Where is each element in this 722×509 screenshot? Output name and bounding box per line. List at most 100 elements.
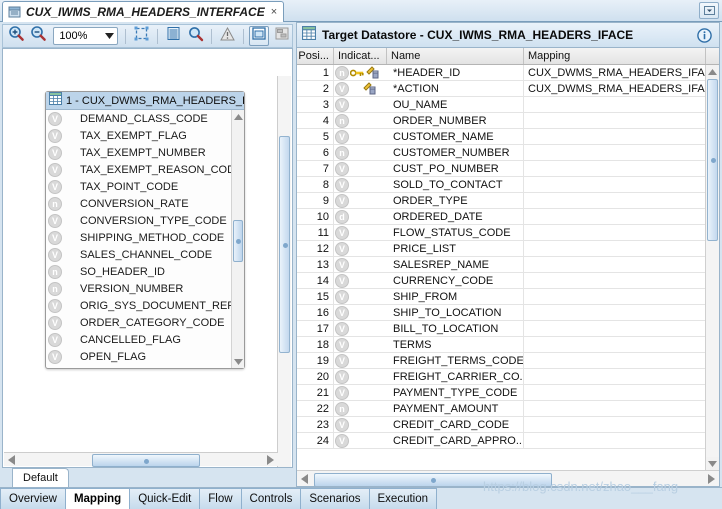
- source-datastore-node-header[interactable]: 1 - CUX_DWMS_RMA_HEADERS_IF: [46, 92, 244, 110]
- diagram-tab-default[interactable]: Default: [12, 468, 69, 487]
- column-header-position[interactable]: Posi...: [297, 48, 334, 64]
- cell-mapping[interactable]: [524, 353, 706, 368]
- cell-mapping[interactable]: [524, 193, 706, 208]
- diagram-canvas[interactable]: 1 - CUX_DWMS_RMA_HEADERS_IF V DEMAND_CLAS…: [2, 48, 293, 468]
- scroll-down-icon[interactable]: [706, 457, 719, 470]
- tab-flow[interactable]: Flow: [199, 488, 242, 509]
- cell-indicator[interactable]: n: [334, 113, 387, 128]
- table-row[interactable]: 17 V BILL_TO_LOCATION: [297, 321, 719, 337]
- table-row[interactable]: 20 V FREIGHT_CARRIER_CO...: [297, 369, 719, 385]
- table-row[interactable]: 24 V CREDIT_CARD_APPRO...: [297, 433, 719, 449]
- table-row[interactable]: 3 V OU_NAME: [297, 97, 719, 113]
- table-row[interactable]: 2 V *ACTION CUX_DWMS_RMA_HEADERS_IFAC: [297, 81, 719, 97]
- cell-indicator[interactable]: V: [334, 257, 387, 272]
- scroll-up-icon[interactable]: [232, 110, 244, 123]
- source-datastore-node[interactable]: 1 - CUX_DWMS_RMA_HEADERS_IF V DEMAND_CLAS…: [45, 91, 245, 369]
- search-button[interactable]: [185, 26, 206, 46]
- scroll-up-icon[interactable]: [706, 65, 719, 78]
- node-vertical-scrollbar[interactable]: [231, 110, 244, 368]
- cell-indicator[interactable]: V: [334, 353, 387, 368]
- cell-indicator[interactable]: n: [334, 145, 387, 160]
- cell-indicator[interactable]: V: [334, 289, 387, 304]
- node-scroll-thumb[interactable]: [233, 220, 243, 262]
- layout-button[interactable]: [271, 26, 292, 46]
- warning-button[interactable]: [217, 26, 238, 46]
- table-row[interactable]: 1 n *HEADER_ID CUX_DWMS_RMA_HEADERS_IFAC: [297, 65, 719, 81]
- cell-mapping[interactable]: [524, 321, 706, 336]
- cell-mapping[interactable]: CUX_DWMS_RMA_HEADERS_IFAC: [524, 65, 706, 80]
- diagram-vertical-scrollbar[interactable]: [277, 76, 291, 467]
- table-row[interactable]: 7 V CUST_PO_NUMBER: [297, 161, 719, 177]
- scroll-down-icon[interactable]: [232, 355, 244, 368]
- cell-indicator[interactable]: V: [334, 225, 387, 240]
- cell-mapping[interactable]: [524, 305, 706, 320]
- cell-indicator[interactable]: V: [334, 177, 387, 192]
- cell-indicator[interactable]: V: [334, 369, 387, 384]
- cell-indicator[interactable]: V: [334, 385, 387, 400]
- cell-indicator[interactable]: V: [334, 433, 387, 448]
- table-row[interactable]: 11 V FLOW_STATUS_CODE: [297, 225, 719, 241]
- source-column-row[interactable]: V ORDER_CATEGORY_CODE: [46, 314, 244, 331]
- cell-mapping[interactable]: [524, 337, 706, 352]
- table-row[interactable]: 6 n CUSTOMER_NUMBER: [297, 145, 719, 161]
- fit-to-window-button[interactable]: [131, 26, 152, 46]
- cell-mapping[interactable]: [524, 161, 706, 176]
- cell-mapping[interactable]: [524, 177, 706, 192]
- cell-indicator[interactable]: d: [334, 209, 387, 224]
- table-row[interactable]: 8 V SOLD_TO_CONTACT: [297, 177, 719, 193]
- grid-vertical-scrollbar[interactable]: [705, 65, 719, 470]
- cell-mapping[interactable]: [524, 209, 706, 224]
- grid-hscroll-thumb[interactable]: [314, 473, 552, 486]
- table-row[interactable]: 10 d ORDERED_DATE: [297, 209, 719, 225]
- tab-scenarios[interactable]: Scenarios: [300, 488, 370, 509]
- cell-mapping[interactable]: [524, 369, 706, 384]
- cell-indicator[interactable]: V: [334, 305, 387, 320]
- source-column-row[interactable]: n CONVERSION_RATE: [46, 195, 244, 212]
- zoom-out-button[interactable]: [29, 26, 50, 46]
- cell-mapping[interactable]: [524, 401, 706, 416]
- close-icon[interactable]: ×: [271, 6, 277, 18]
- source-column-row[interactable]: V SHIPPING_METHOD_CODE: [46, 229, 244, 246]
- table-row[interactable]: 5 V CUSTOMER_NAME: [297, 129, 719, 145]
- source-column-row[interactable]: V ORIG_SYS_DOCUMENT_REF: [46, 297, 244, 314]
- table-row[interactable]: 21 V PAYMENT_TYPE_CODE: [297, 385, 719, 401]
- zoom-in-button[interactable]: [6, 26, 27, 46]
- column-header-name[interactable]: Name: [387, 48, 524, 64]
- source-column-row[interactable]: V TAX_EXEMPT_REASON_COD: [46, 161, 244, 178]
- source-column-row[interactable]: V CANCELLED_FLAG: [46, 331, 244, 348]
- source-column-row[interactable]: n SO_HEADER_ID: [46, 263, 244, 280]
- document-tab[interactable]: CUX_IWMS_RMA_HEADERS_INTERFACE ×: [2, 1, 285, 22]
- tab-controls[interactable]: Controls: [240, 488, 302, 509]
- target-attributes-grid[interactable]: Posi... Indicat... Name Mapping 1 n *HEADE…: [297, 48, 719, 486]
- source-column-row[interactable]: V OPEN_FLAG: [46, 348, 244, 365]
- source-column-row[interactable]: V TAX_POINT_CODE: [46, 178, 244, 195]
- table-row[interactable]: 14 V CURRENCY_CODE: [297, 273, 719, 289]
- source-column-row[interactable]: n VERSION_NUMBER: [46, 280, 244, 297]
- cell-indicator[interactable]: n: [334, 401, 387, 416]
- list-view-button[interactable]: [163, 26, 184, 46]
- source-datastore-column-list[interactable]: V DEMAND_CLASS_CODE V TAX_EXEMPT_FLAG V TAX_E…: [46, 110, 244, 368]
- source-column-row[interactable]: V TAX_EXEMPT_FLAG: [46, 127, 244, 144]
- diagram-hscroll-thumb[interactable]: [92, 454, 200, 467]
- column-header-indicator[interactable]: Indicat...: [334, 48, 387, 64]
- cell-mapping[interactable]: [524, 385, 706, 400]
- scroll-left-icon[interactable]: [4, 453, 19, 466]
- tabstrip-overflow-button[interactable]: [699, 2, 719, 19]
- cell-mapping[interactable]: [524, 97, 706, 112]
- cell-mapping[interactable]: [524, 129, 706, 144]
- chevron-down-icon[interactable]: [101, 33, 117, 39]
- source-column-row[interactable]: V CONVERSION_TYPE_CODE: [46, 212, 244, 229]
- cell-mapping[interactable]: [524, 433, 706, 448]
- table-row[interactable]: 9 V ORDER_TYPE: [297, 193, 719, 209]
- column-header-mapping[interactable]: Mapping: [524, 48, 706, 64]
- source-column-row[interactable]: V SALES_CHANNEL_CODE: [46, 246, 244, 263]
- table-row[interactable]: 16 V SHIP_TO_LOCATION: [297, 305, 719, 321]
- cell-mapping[interactable]: CUX_DWMS_RMA_HEADERS_IFAC: [524, 81, 706, 96]
- table-row[interactable]: 13 V SALESREP_NAME: [297, 257, 719, 273]
- grid-horizontal-scrollbar[interactable]: [297, 470, 719, 486]
- info-icon[interactable]: [697, 28, 712, 48]
- cell-indicator[interactable]: V: [334, 241, 387, 256]
- source-column-row[interactable]: V DEMAND_CLASS_CODE: [46, 110, 244, 127]
- cell-mapping[interactable]: [524, 113, 706, 128]
- scroll-left-icon[interactable]: [297, 472, 312, 485]
